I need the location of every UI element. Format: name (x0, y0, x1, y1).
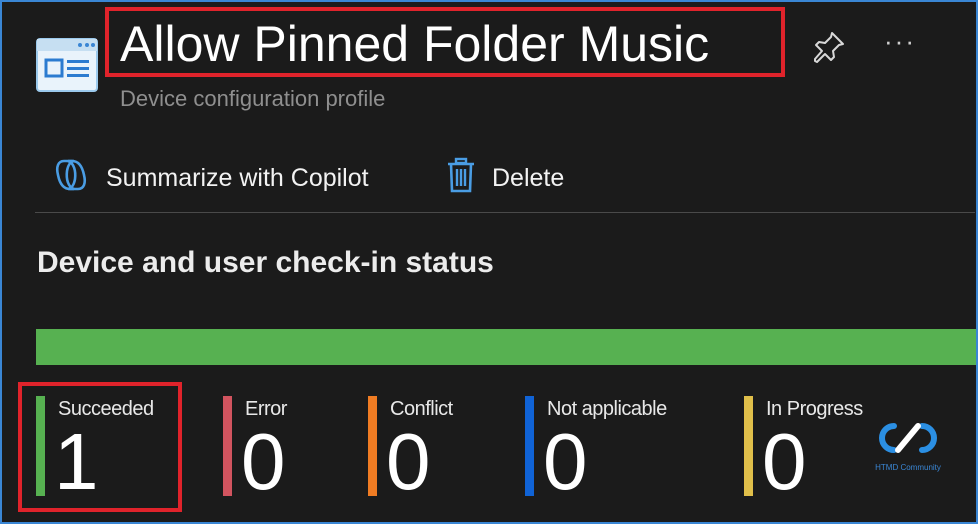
summarize-copilot-label: Summarize with Copilot (106, 163, 369, 192)
page-title: Allow Pinned Folder Music (120, 16, 710, 72)
copilot-icon (52, 157, 106, 200)
section-title: Device and user check-in status (37, 246, 494, 279)
htmd-logo: HTMD Community (872, 420, 944, 472)
profile-window-icon (36, 38, 98, 97)
delete-label: Delete (492, 163, 565, 192)
stat-accent (223, 396, 232, 496)
stat-accent (525, 396, 534, 496)
succeeded-highlight-box (18, 382, 182, 512)
delete-button[interactable]: Delete (446, 157, 565, 196)
status-progress-bar (36, 329, 976, 365)
stat-value: 0 (241, 417, 286, 506)
stat-accent (368, 396, 377, 496)
stat-value: 0 (762, 417, 807, 506)
toolbar-divider (35, 212, 975, 213)
stat-value: 0 (543, 417, 588, 506)
page-subtitle: Device configuration profile (120, 86, 386, 111)
stat-value: 0 (386, 417, 431, 506)
stat-accent (744, 396, 753, 496)
summarize-copilot-button[interactable]: Summarize with Copilot (52, 159, 369, 196)
trash-icon (446, 157, 492, 200)
watermark-text: HTMD Community (875, 463, 941, 472)
pin-icon[interactable] (812, 30, 846, 69)
more-icon[interactable]: ··· (884, 26, 916, 57)
